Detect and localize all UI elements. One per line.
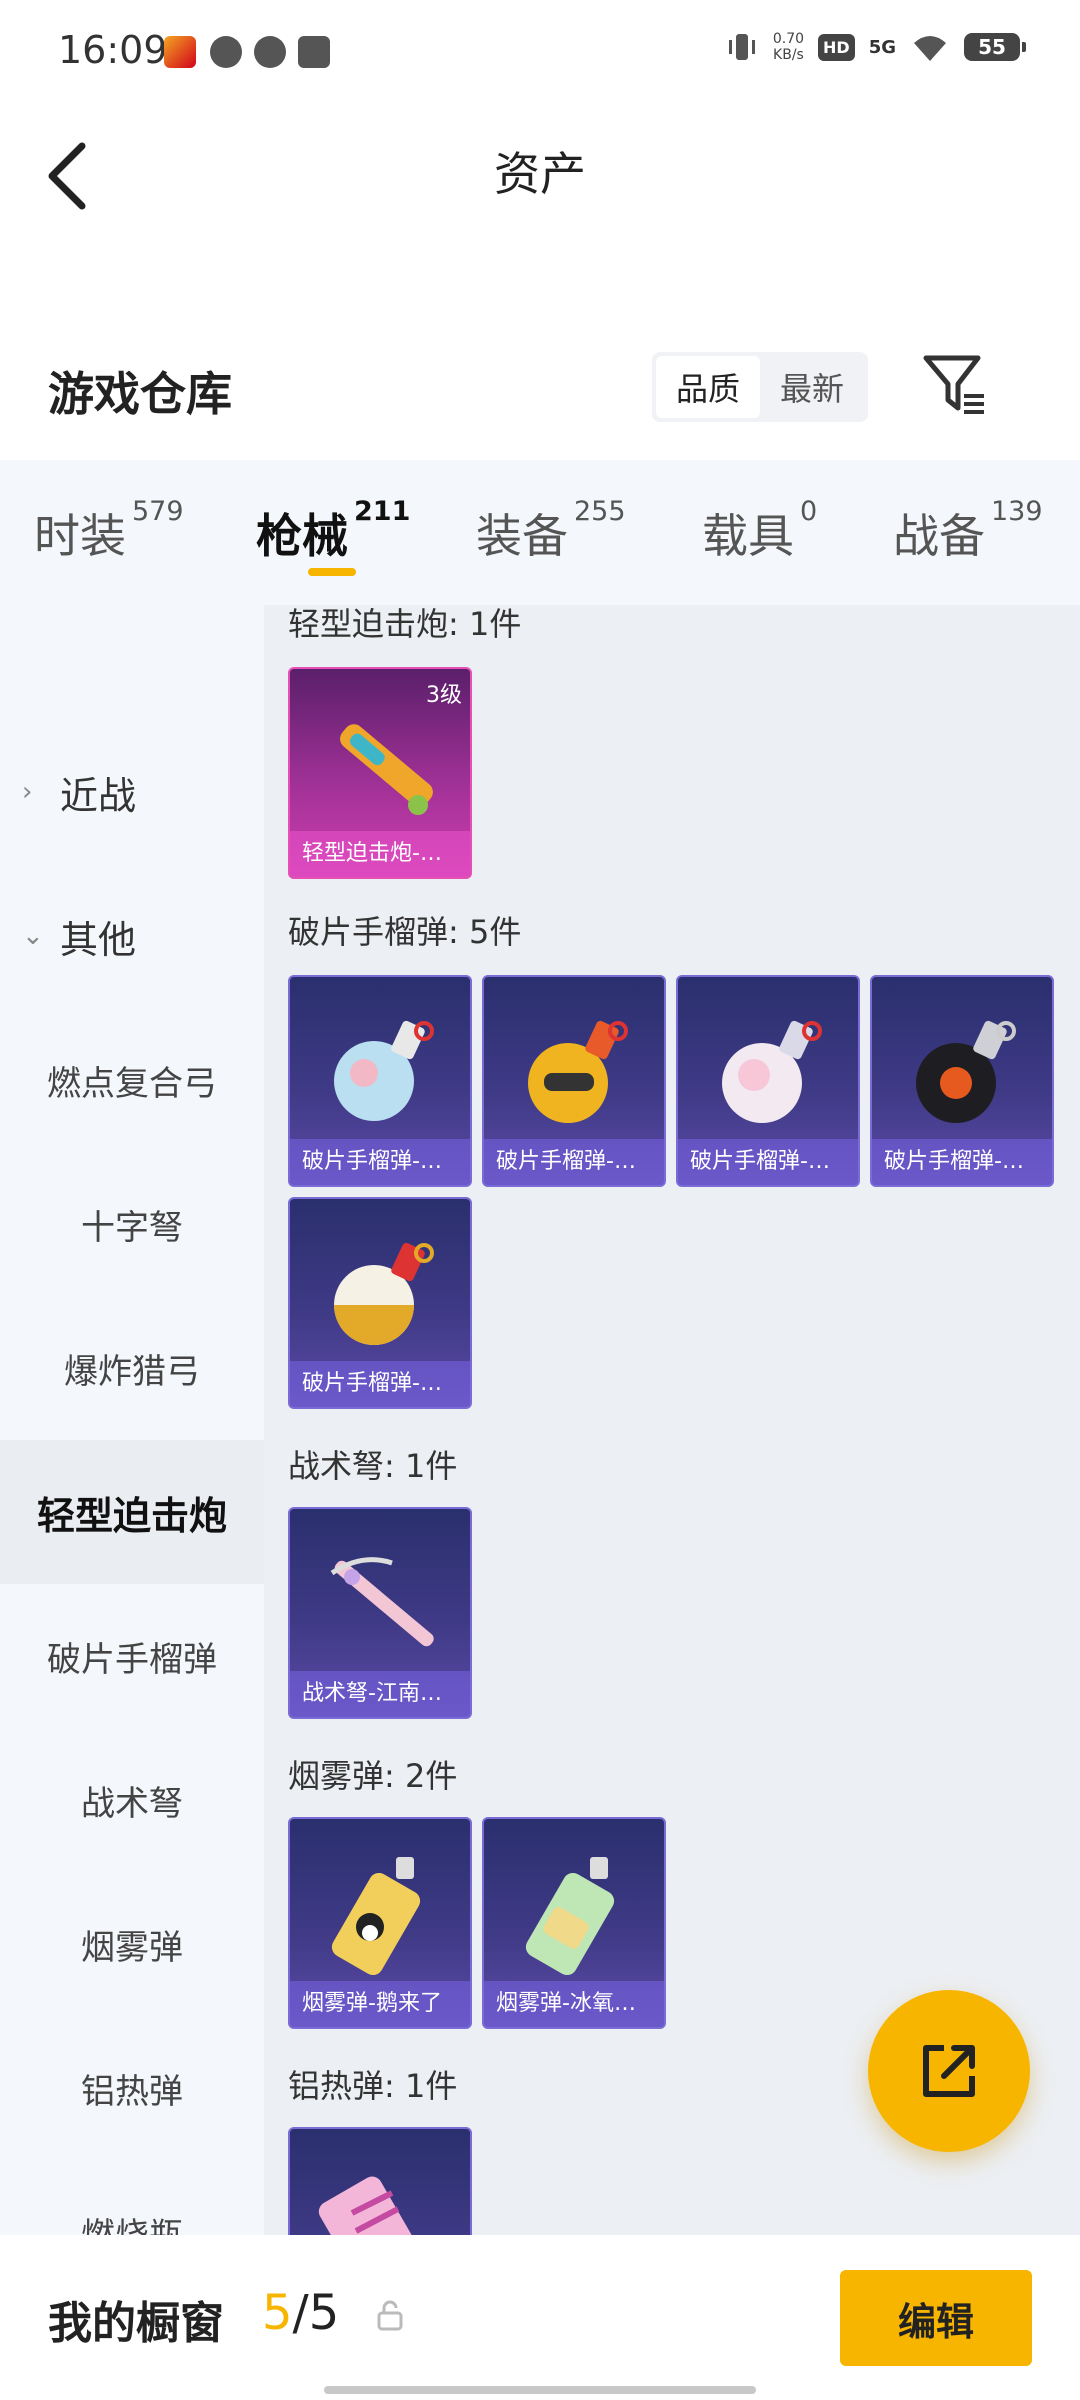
sidebar-item-light-mortar[interactable]: 轻型迫击炮 (0, 1440, 264, 1584)
wifi-icon (914, 36, 946, 61)
sidebar-item-tactical-crossbow[interactable]: 战术弩 (0, 1728, 264, 1872)
item-name: 破片手榴弹-… (290, 1139, 470, 1185)
filter-button[interactable] (920, 350, 990, 420)
sidebar-item-melee[interactable]: › 近战 (0, 720, 264, 864)
item-card[interactable]: 破片手榴弹-… (482, 975, 666, 1187)
status-bar: 16:09 0.70 KB/s HD 5G 55 (0, 0, 1080, 110)
grenade-icon (334, 1242, 434, 1345)
item-name: 破片手榴弹-… (290, 1361, 470, 1407)
warehouse-title: 游戏仓库 (48, 367, 232, 421)
item-name: 破片手榴弹-… (484, 1139, 664, 1185)
grenade-icon (528, 1020, 628, 1123)
sidebar-item-smoke-grenade[interactable]: 烟雾弹 (0, 1872, 264, 2016)
item-card[interactable] (288, 2127, 472, 2235)
share-fab-button[interactable] (868, 1990, 1030, 2152)
thermite-icon (318, 2176, 428, 2235)
vibrate-icon (728, 34, 755, 60)
item-card[interactable]: 烟雾弹-冰氧… (482, 1817, 666, 2029)
item-card[interactable]: 烟雾弹-鹅来了 (288, 1817, 472, 2029)
sort-quality-button[interactable]: 品质 (656, 356, 760, 418)
sort-newest-button[interactable]: 最新 (760, 356, 864, 418)
home-indicator[interactable] (324, 2386, 756, 2394)
item-name: 烟雾弹-鹅来了 (290, 1981, 470, 2027)
filter-icon (923, 355, 984, 414)
sidebar: › 近战 ⌄ 其他 燃点复合弓 十字弩 爆炸猎弓 轻型迫击炮 破片手榴弹 战术弩 烟… (0, 605, 264, 2256)
item-card[interactable]: 破片手榴弹-… (288, 975, 472, 1187)
active-tab-indicator (308, 568, 356, 576)
battery-icon: 55 (964, 33, 1026, 61)
sidebar-item-other[interactable]: ⌄ 其他 (0, 864, 264, 1008)
grenade-icon (916, 1020, 1016, 1123)
item-card[interactable]: 破片手榴弹-… (870, 975, 1054, 1187)
header: 资产 (0, 110, 1080, 230)
item-card[interactable]: 3级 轻型迫击炮-… (288, 667, 472, 879)
category-tabs: 时装 579 枪械 211 装备 255 载具 0 战备 139 (0, 460, 1080, 605)
crossbow-icon (330, 1557, 434, 1647)
chevron-down-icon: ⌄ (22, 921, 44, 951)
app-icon-2 (298, 36, 330, 68)
item-card[interactable]: 战术弩-江南… (288, 1507, 472, 1719)
item-name: 轻型迫击炮-… (290, 831, 470, 877)
tab-firearms[interactable]: 枪械 211 (256, 496, 410, 566)
smoke-grenade-icon (525, 1857, 615, 1976)
item-card[interactable]: 破片手榴弹-… (288, 1197, 472, 1409)
section-label-thermite: 铝热弹: 1件 (288, 2067, 458, 2105)
tab-fashion[interactable]: 时装 579 (34, 496, 184, 566)
net-speed: 0.70 KB/s (772, 31, 805, 63)
grenade-icon (722, 1020, 822, 1123)
page-title: 资产 (494, 147, 586, 201)
smoke-grenade-icon (331, 1857, 421, 1976)
status-time: 16:09 (58, 28, 168, 72)
item-card[interactable]: 破片手榴弹-… (676, 975, 860, 1187)
message-icon (210, 36, 242, 68)
showcase-title: 我的橱窗 (48, 2298, 224, 2349)
sidebar-item-frag-grenade[interactable]: 破片手榴弹 (0, 1584, 264, 1728)
section-label-tactical-crossbow: 战术弩: 1件 (288, 1447, 458, 1485)
chevron-right-icon: › (22, 777, 33, 807)
hd-icon: HD (818, 33, 855, 61)
signal-icon: 5G (868, 36, 896, 58)
tab-vehicles[interactable]: 载具 0 (702, 496, 817, 566)
item-name: 破片手榴弹-… (678, 1139, 858, 1185)
external-link-icon (923, 2045, 975, 2097)
edit-button[interactable]: 编辑 (840, 2270, 1032, 2366)
sidebar-item-crossbow[interactable]: 十字弩 (0, 1152, 264, 1296)
item-name: 战术弩-江南… (290, 1671, 470, 1717)
sidebar-item-explosive-bow[interactable]: 爆炸猎弓 (0, 1296, 264, 1440)
tab-equipment[interactable]: 装备 255 (476, 496, 626, 566)
section-label-light-mortar: 轻型迫击炮: 1件 (288, 605, 522, 643)
item-name: 破片手榴弹-… (872, 1139, 1052, 1185)
mortar-icon (340, 724, 433, 815)
item-level-badge: 3级 (426, 683, 462, 708)
sort-toggle: 品质 最新 (652, 352, 868, 422)
item-name: 烟雾弹-冰氧… (484, 1981, 664, 2027)
sidebar-item-thermite[interactable]: 铝热弹 (0, 2016, 264, 2160)
lock-icon (377, 2300, 403, 2331)
section-label-frag-grenade: 破片手榴弹: 5件 (288, 913, 522, 951)
tab-gear[interactable]: 战备 139 (893, 496, 1043, 566)
grenade-icon (334, 1020, 434, 1121)
app-notification-icon (164, 36, 196, 68)
showcase-bar: 我的橱窗 5/5 编辑 (0, 2235, 1080, 2400)
section-label-smoke-grenade: 烟雾弹: 2件 (288, 1757, 458, 1795)
app-icon (254, 36, 286, 68)
showcase-count: 5/5 (262, 2285, 340, 2341)
sidebar-item-compound-bow[interactable]: 燃点复合弓 (0, 1008, 264, 1152)
